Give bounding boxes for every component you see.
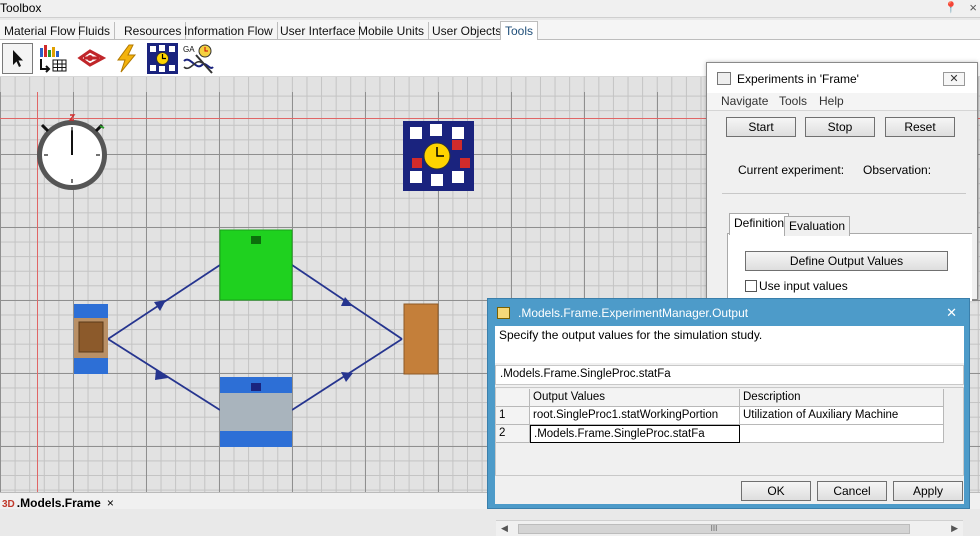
tab-tools[interactable]: Tools — [500, 21, 539, 41]
output-dialog-description: Specify the output values for the simula… — [499, 328, 763, 342]
connector-arrow-2 — [155, 369, 168, 380]
tab-user-objects[interactable]: User Objects — [428, 22, 507, 40]
output-values-table: Output Values Description 1 root.SingleP… — [495, 387, 964, 536]
scroll-left-icon[interactable]: ◀ — [501, 523, 508, 534]
tab-resources[interactable]: Resources — [120, 22, 187, 40]
experiments-window: Experiments in 'Frame' ✕ Navigate Tools … — [706, 62, 978, 301]
menu-help[interactable]: Help — [819, 94, 844, 108]
scroll-right-icon[interactable]: ▶ — [951, 523, 958, 534]
toolbox-close-icon[interactable]: × — [969, 0, 977, 15]
tab-fluids[interactable]: Fluids — [74, 22, 116, 40]
current-experiment-label: Current experiment: — [738, 163, 845, 177]
table-cell-description[interactable]: Utilization of Auxiliary Machine — [740, 407, 944, 425]
ok-button[interactable]: OK — [741, 481, 811, 501]
stop-button[interactable]: Stop — [805, 117, 875, 137]
table-corner — [496, 389, 530, 407]
observation-label: Observation: — [863, 163, 932, 177]
row-number: 2 — [496, 425, 530, 443]
output-values-dialog: .Models.Frame.ExperimentManager.Output ✕… — [487, 298, 970, 536]
experiments-separator — [722, 193, 966, 194]
table-cell-output-value-editing[interactable]: .Models.Frame.SingleProc.statFa — [530, 425, 740, 443]
description-area: Specify the output values for the simula… — [495, 326, 964, 363]
horizontal-scrollbar[interactable]: ◀ III ▶ — [496, 520, 963, 536]
output-dialog-body: Specify the output values for the simula… — [495, 326, 964, 536]
method-icon[interactable] — [76, 43, 107, 74]
table-icon — [497, 307, 510, 319]
chart-table-icon[interactable] — [38, 43, 69, 74]
experiments-close-button[interactable]: ✕ — [943, 72, 965, 86]
tab-user-interface[interactable]: User Interface — [276, 22, 361, 40]
column-header-description[interactable]: Description — [740, 389, 944, 407]
single-proc-green[interactable] — [219, 229, 293, 301]
event-controller-clock-icon[interactable] — [37, 114, 107, 190]
output-dialog-titlebar: .Models.Frame.ExperimentManager.Output ✕ — [488, 299, 969, 327]
output-dialog-close-icon[interactable]: ✕ — [946, 305, 957, 321]
start-button[interactable]: Start — [726, 117, 796, 137]
genetic-algorithm-icon[interactable]: GA — [182, 43, 214, 74]
experiment-manager-object-icon[interactable] — [403, 121, 474, 191]
use-input-values-checkbox[interactable] — [745, 280, 757, 292]
3d-badge: 3D — [2, 499, 15, 510]
connector-source-to-grey — [107, 338, 221, 411]
cancel-button[interactable]: Cancel — [817, 481, 887, 501]
tab-evaluation[interactable]: Evaluation — [784, 216, 851, 236]
connector-arrow-1 — [154, 300, 166, 311]
close-tab-icon[interactable]: × — [107, 496, 114, 510]
selected-path-field[interactable]: .Models.Frame.SingleProc.statFa — [495, 365, 964, 385]
tab-definition[interactable]: Definition — [729, 213, 790, 235]
source-object[interactable] — [74, 304, 108, 374]
pointer-tool-icon[interactable] — [2, 43, 33, 74]
pin-icon[interactable]: 📍 — [944, 1, 958, 14]
toolbox-title: Toolbox — [0, 1, 42, 15]
menu-navigate[interactable]: Navigate — [721, 94, 768, 108]
scroll-thumb[interactable]: III — [518, 524, 910, 534]
define-output-values-button[interactable]: Define Output Values — [745, 251, 948, 271]
menu-tools[interactable]: Tools — [779, 94, 807, 108]
table-cell-description[interactable] — [740, 425, 944, 443]
toolbox-header: Toolbox 📍 × — [0, 0, 980, 18]
reset-button[interactable]: Reset — [885, 117, 955, 137]
toolbox-tabs: Material Flow Fluids Resources Informati… — [0, 20, 980, 41]
column-header-output-values[interactable]: Output Values — [530, 389, 740, 407]
output-dialog-title: .Models.Frame.ExperimentManager.Output — [518, 306, 749, 320]
drain-object[interactable] — [403, 303, 439, 375]
selected-path-value: .Models.Frame.SingleProc.statFa — [500, 368, 671, 380]
row-number: 1 — [496, 407, 530, 425]
svg-text:GA: GA — [183, 45, 195, 54]
frame-tab-label: .Models.Frame — [16, 496, 101, 510]
experiments-titlebar: Experiments in 'Frame' ✕ — [707, 63, 977, 93]
tab-mobile-units[interactable]: Mobile Units — [354, 22, 430, 40]
experiments-menubar: Navigate Tools Help — [707, 93, 977, 111]
apply-button[interactable]: Apply — [893, 481, 963, 501]
experiments-title: Experiments in 'Frame' — [737, 72, 859, 86]
experiments-window-icon — [717, 72, 731, 85]
tab-information-flow[interactable]: Information Flow — [180, 22, 278, 40]
lightning-icon[interactable] — [112, 43, 143, 74]
table-cell-output-value[interactable]: root.SingleProc1.statWorkingPortion — [530, 407, 740, 425]
single-proc-grey[interactable] — [220, 377, 292, 447]
frame-document-tab[interactable]: 3D .Models.Frame × — [2, 496, 114, 510]
use-input-values-label: Use input values — [759, 279, 848, 293]
experiment-manager-icon[interactable] — [147, 43, 178, 74]
tab-material-flow[interactable]: Material Flow — [0, 22, 81, 40]
